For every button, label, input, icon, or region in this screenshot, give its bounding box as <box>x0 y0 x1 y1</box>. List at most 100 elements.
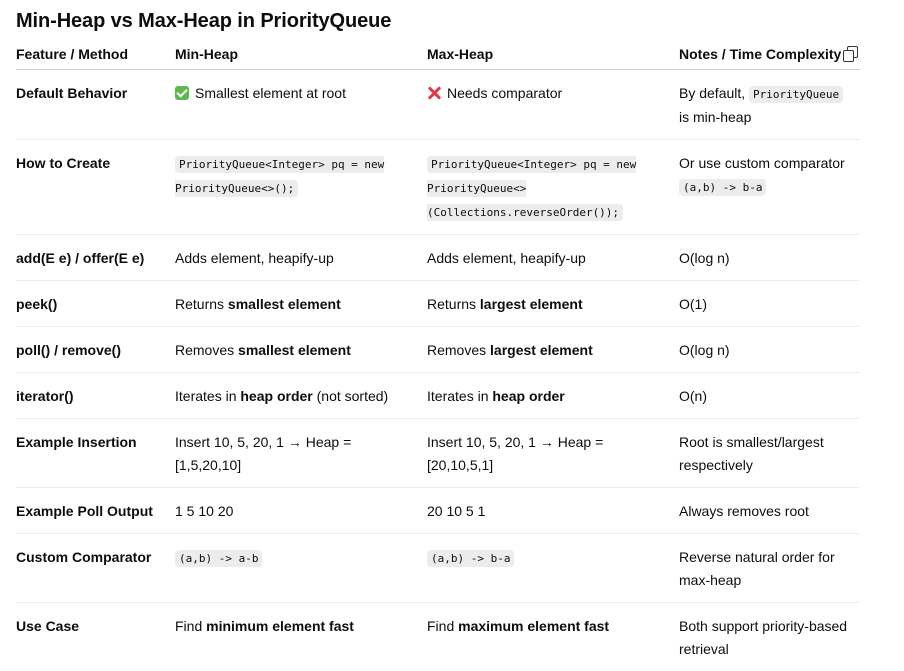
cell-min-heap: Iterates in heap order (not sorted) <box>175 373 427 419</box>
cell-notes: O(log n) <box>679 327 860 373</box>
cell-text: O(log n) <box>679 342 730 358</box>
cell-feature: Example Insertion <box>16 419 175 488</box>
cell-max-heap: Iterates in heap order <box>427 373 679 419</box>
cell-notes: Always removes root <box>679 488 860 534</box>
table-row: add(E e) / offer(E e)Adds element, heapi… <box>16 235 860 281</box>
cell-text: Returns <box>427 296 480 312</box>
cell-text: Find <box>427 618 458 634</box>
inline-code: (a,b) -> a-b <box>175 550 262 567</box>
cell-max-heap: Find maximum element fast <box>427 603 679 671</box>
bold-text: smallest element <box>228 296 341 312</box>
header-notes: Notes / Time Complexity <box>679 38 860 70</box>
cell-text: By default, <box>679 85 749 101</box>
table-row: poll() / remove()Removes smallest elemen… <box>16 327 860 373</box>
cell-text: Adds element, heapify-up <box>427 250 586 266</box>
bold-text: largest element <box>480 296 583 312</box>
copy-icon[interactable] <box>843 46 858 61</box>
table-row: Example InsertionInsert 10, 5, 20, 1 → H… <box>16 419 860 488</box>
table-row: peek()Returns smallest elementReturns la… <box>16 281 860 327</box>
cell-feature: poll() / remove() <box>16 327 175 373</box>
inline-code: (a,b) -> b-a <box>679 179 766 196</box>
cell-text: Smallest element at root <box>195 85 346 101</box>
cell-max-heap: 20 10 5 1 <box>427 488 679 534</box>
cell-min-heap: Returns smallest element <box>175 281 427 327</box>
cell-text: is min-heap <box>679 109 751 125</box>
cell-feature: iterator() <box>16 373 175 419</box>
header-min-heap: Min-Heap <box>175 38 427 70</box>
cell-notes: Root is smallest/largest respectively <box>679 419 860 488</box>
cell-text: O(n) <box>679 388 707 404</box>
cell-text: Removes <box>427 342 490 358</box>
cell-min-heap: Smallest element at root <box>175 70 427 140</box>
page-title: Min-Heap vs Max-Heap in PriorityQueue <box>16 8 391 34</box>
bold-text: largest element <box>490 342 593 358</box>
inline-code: PriorityQueue <box>749 86 843 103</box>
cell-text: Returns <box>175 296 228 312</box>
cell-text: Removes <box>175 342 238 358</box>
cell-max-heap: Insert 10, 5, 20, 1 → Heap = [20,10,5,1] <box>427 419 679 488</box>
cell-max-heap: Returns largest element <box>427 281 679 327</box>
cell-text: Reverse natural order for max-heap <box>679 549 835 588</box>
cell-min-heap: 1 5 10 20 <box>175 488 427 534</box>
cross-icon <box>427 86 441 100</box>
cell-text: 20 10 5 1 <box>427 503 485 519</box>
cell-text: Root is smallest/largest respectively <box>679 434 824 473</box>
cell-min-heap: Removes smallest element <box>175 327 427 373</box>
table-row: Use CaseFind minimum element fastFind ma… <box>16 603 860 671</box>
cell-notes: Or use custom comparator (a,b) -> b-a <box>679 140 860 235</box>
cell-notes: Reverse natural order for max-heap <box>679 534 860 603</box>
bold-text: heap order <box>492 388 564 404</box>
table-row: How to CreatePriorityQueue<Integer> pq =… <box>16 140 860 235</box>
cell-feature: Custom Comparator <box>16 534 175 603</box>
cell-min-heap: Find minimum element fast <box>175 603 427 671</box>
header-notes-label: Notes / Time Complexity <box>679 46 841 62</box>
cell-feature: Use Case <box>16 603 175 671</box>
table-row: iterator()Iterates in heap order (not so… <box>16 373 860 419</box>
table-row: Default Behavior Smallest element at root… <box>16 70 860 140</box>
cell-text: O(1) <box>679 296 707 312</box>
table-header-row: Feature / Method Min-Heap Max-Heap Notes… <box>16 38 860 70</box>
bold-text: heap order <box>240 388 312 404</box>
cell-max-heap: Adds element, heapify-up <box>427 235 679 281</box>
cell-text: Find <box>175 618 206 634</box>
cell-notes: Both support priority-based retrieval <box>679 603 860 671</box>
bold-text: minimum element fast <box>206 618 354 634</box>
cell-notes: O(n) <box>679 373 860 419</box>
cell-text: Iterates in <box>427 388 492 404</box>
cell-text: O(log n) <box>679 250 730 266</box>
cell-feature: add(E e) / offer(E e) <box>16 235 175 281</box>
cell-max-heap: (a,b) -> b-a <box>427 534 679 603</box>
cell-text: Insert 10, 5, 20, 1 → Heap = [20,10,5,1] <box>427 434 603 473</box>
bold-text: maximum element fast <box>458 618 609 634</box>
table-row: Custom Comparator(a,b) -> a-b (a,b) -> b-… <box>16 534 860 603</box>
inline-code: (a,b) -> b-a <box>427 550 514 567</box>
cell-text: 1 5 10 20 <box>175 503 233 519</box>
table-row: Example Poll Output1 5 10 20 20 10 5 1 Alw… <box>16 488 860 534</box>
check-icon <box>175 86 189 100</box>
cell-text: Always removes root <box>679 503 809 519</box>
comparison-table: Feature / Method Min-Heap Max-Heap Notes… <box>16 38 860 671</box>
cell-notes: By default, PriorityQueue is min-heap <box>679 70 860 140</box>
inline-code: PriorityQueue<Integer> pq = new Priority… <box>427 156 636 221</box>
cell-text: (not sorted) <box>313 388 388 404</box>
cell-feature: peek() <box>16 281 175 327</box>
cell-min-heap: PriorityQueue<Integer> pq = new Priority… <box>175 140 427 235</box>
cell-text: Both support priority-based retrieval <box>679 618 847 657</box>
cell-text: Adds element, heapify-up <box>175 250 334 266</box>
cell-feature: Default Behavior <box>16 70 175 140</box>
cell-text: Or use custom comparator <box>679 155 845 171</box>
cell-max-heap: Needs comparator <box>427 70 679 140</box>
bold-text: smallest element <box>238 342 351 358</box>
cell-max-heap: Removes largest element <box>427 327 679 373</box>
cell-text: Iterates in <box>175 388 240 404</box>
cell-feature: How to Create <box>16 140 175 235</box>
cell-min-heap: (a,b) -> a-b <box>175 534 427 603</box>
cell-notes: O(1) <box>679 281 860 327</box>
cell-text: Needs comparator <box>447 85 562 101</box>
cell-notes: O(log n) <box>679 235 860 281</box>
header-feature: Feature / Method <box>16 38 175 70</box>
cell-max-heap: PriorityQueue<Integer> pq = new Priority… <box>427 140 679 235</box>
cell-min-heap: Adds element, heapify-up <box>175 235 427 281</box>
cell-text: Insert 10, 5, 20, 1 → Heap = [1,5,20,10] <box>175 434 351 473</box>
cell-feature: Example Poll Output <box>16 488 175 534</box>
